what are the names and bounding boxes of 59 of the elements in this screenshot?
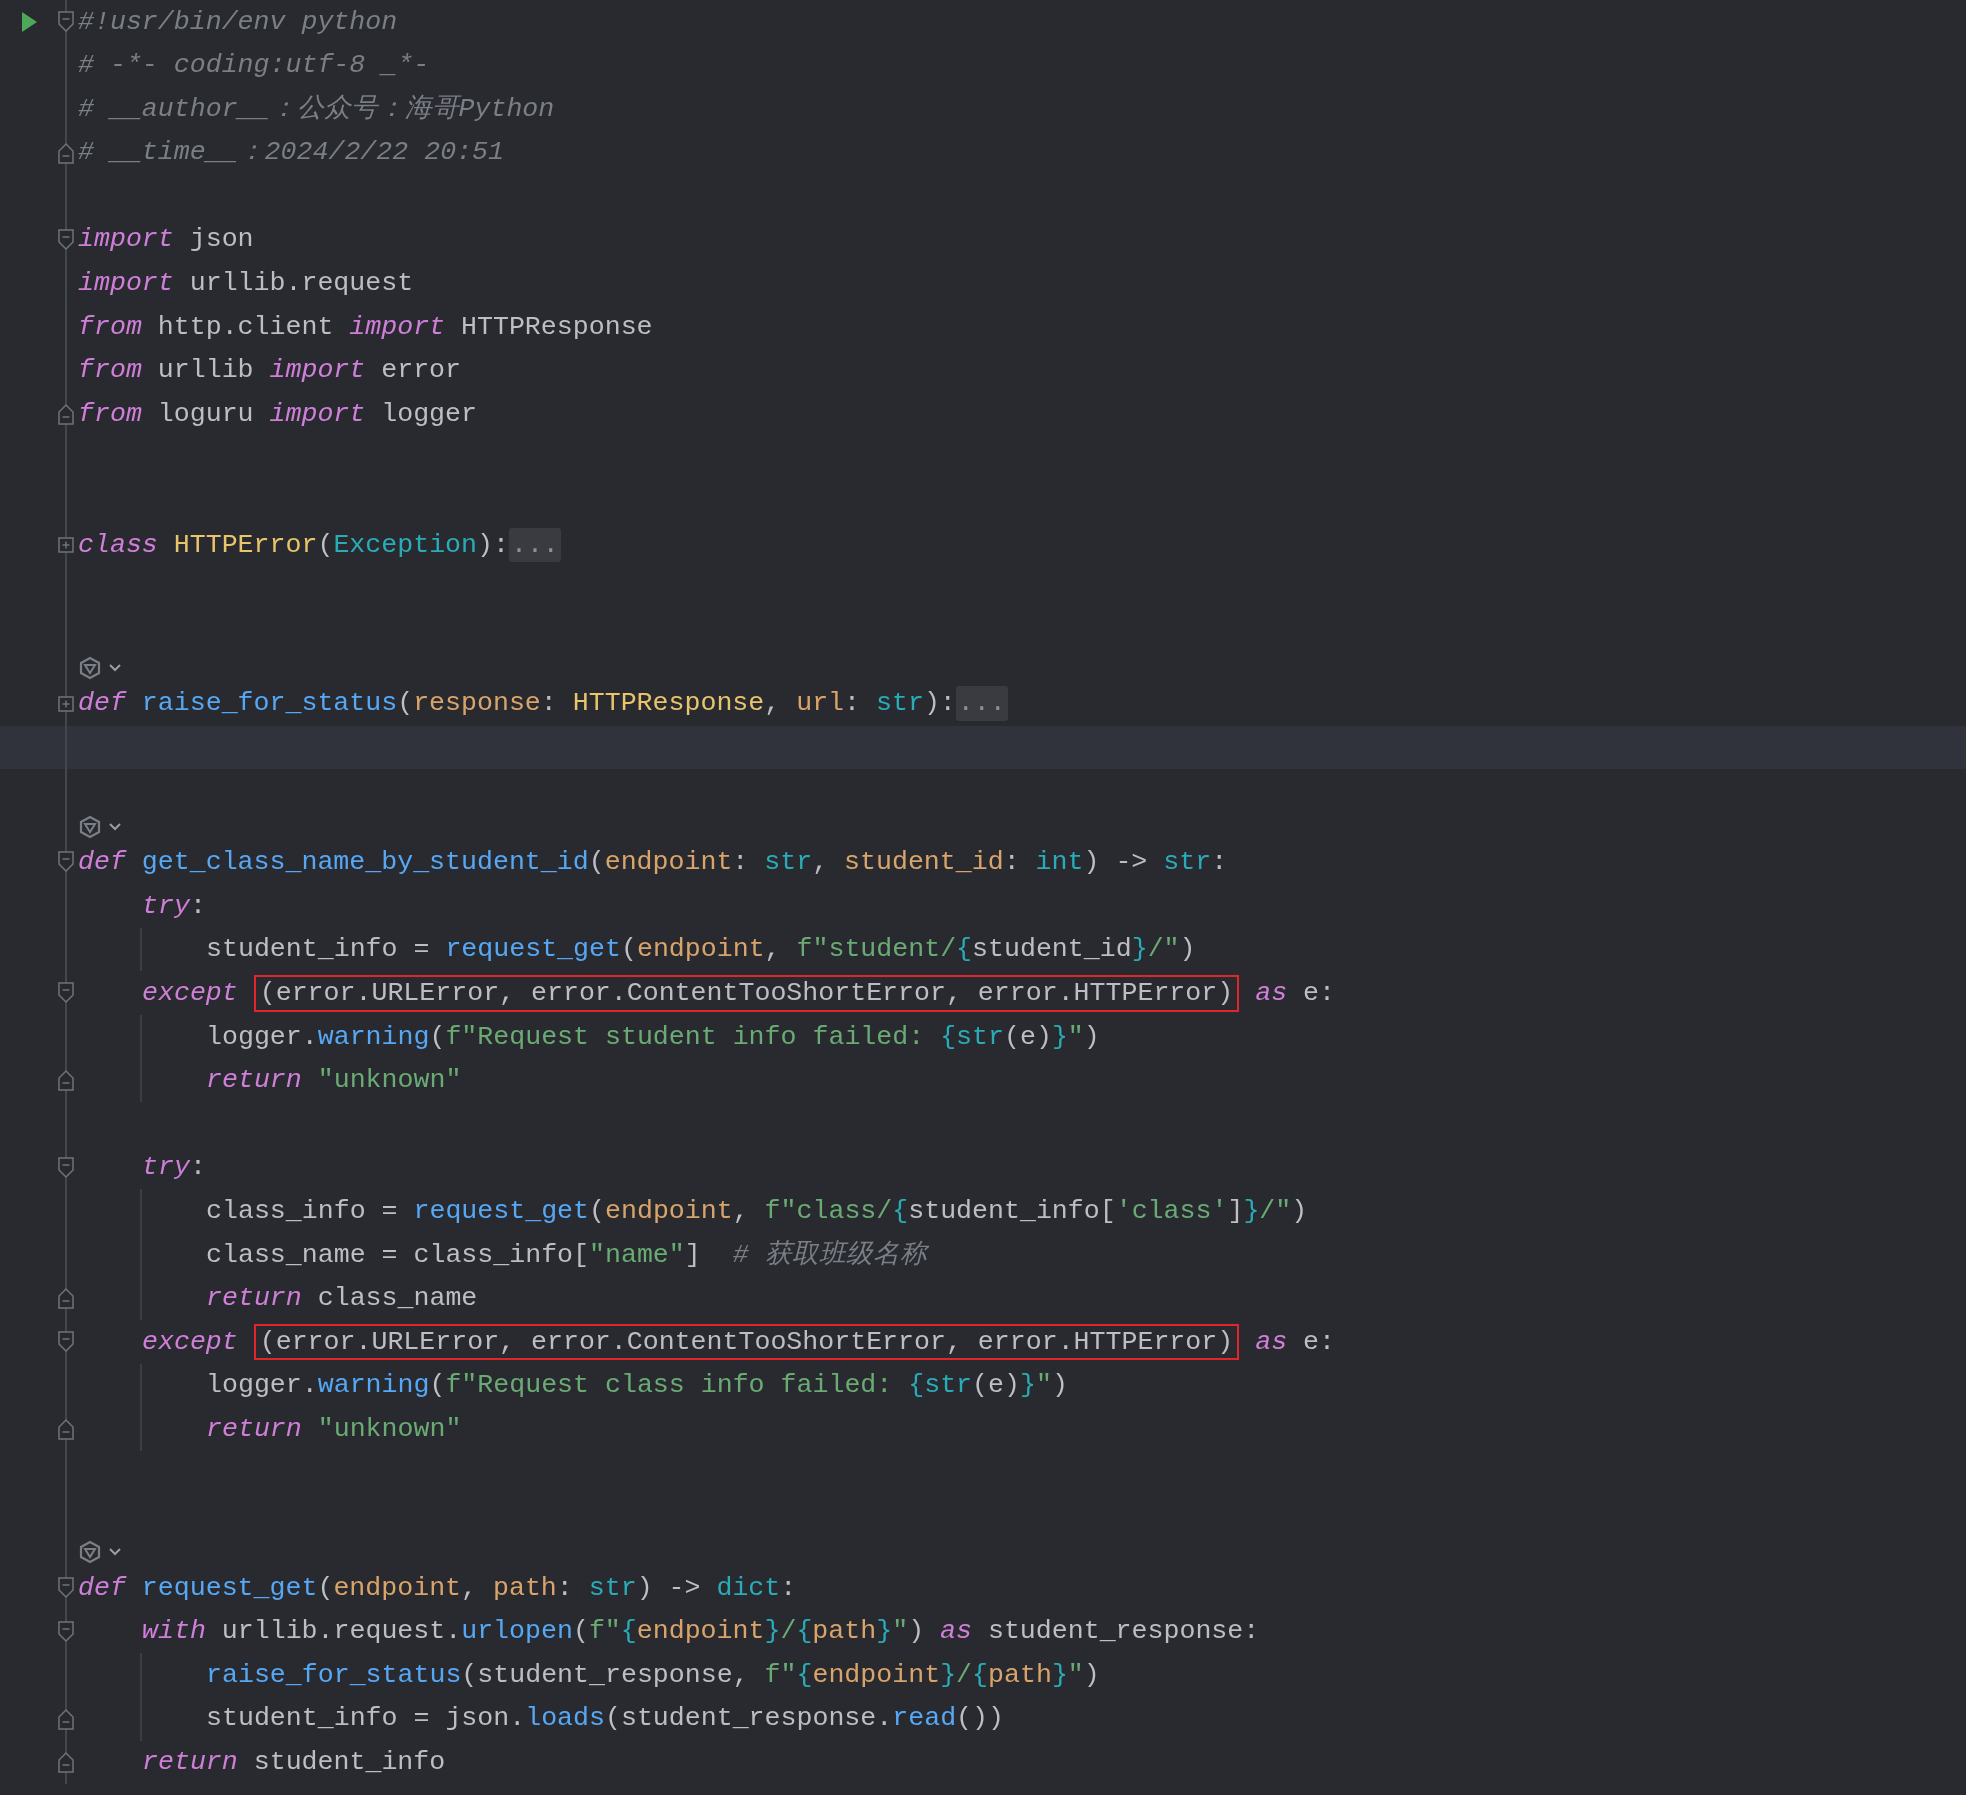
code-line: from loguru import logger [78,400,477,428]
code-line: student_info = json.loads(student_response.read()) [206,1705,1004,1733]
code-line: try: [142,1154,206,1181]
chevron-down-icon[interactable] [108,821,122,832]
folded-code-button[interactable]: ... [508,527,561,563]
code-line: def get_class_name_by_student_id(endpoint: str, student_id: int) -> str: [78,849,1228,876]
code-text: as e: [1254,979,1335,1007]
hexagon-icon[interactable] [78,655,102,680]
fold-icon[interactable] [58,1751,74,1774]
code-line: return student_info [142,1749,446,1776]
code-line: # __author__：公众号：海哥Python [78,95,555,123]
code-text: except [142,1328,239,1356]
expand-icon[interactable] [58,695,74,712]
fold-icon[interactable] [58,1069,74,1092]
code-line: import json [78,226,254,254]
code-line: class_name = class_info["name"] # 获取班级名称 [206,1241,927,1269]
fold-icon[interactable] [58,1577,74,1599]
fold-icon[interactable] [58,1620,74,1643]
expand-icon[interactable] [58,536,74,553]
fold-icon[interactable] [58,403,74,426]
code-line: return class_name [206,1285,478,1312]
fold-icon[interactable] [58,1707,74,1730]
code-line: raise_for_status(student_response, f"{endpoint}/{path}") [206,1661,1100,1689]
highlight-box: (error.URLError, error.ContentTooShortError, error.HTTPError) [253,1323,1240,1361]
code-line: # -*- coding:utf-8 _*- [78,52,430,79]
code-line: from urllib import error [78,357,462,384]
code-line: try: [142,892,206,920]
code-line: student_info = request_get(endpoint, f"student/{student_id}/") [206,936,1196,963]
code-line: class_info = request_get(endpoint, f"class/{student_info['class']}/") [206,1197,1308,1225]
code-line: from http.client import HTTPResponse [78,313,653,341]
fold-icon[interactable] [58,1287,74,1310]
fold-icon[interactable] [58,1156,74,1179]
fold-icon[interactable] [58,1418,74,1441]
code-text: def raise_for_status(response: HTTPResponse, url: str): [78,690,956,717]
folded-code-button[interactable]: ... [955,686,1008,721]
code-line: # __time__：2024/2/22 20:51 [78,139,504,166]
code-line: def request_get(endpoint, path: str) -> dict: [78,1574,797,1602]
fold-icon[interactable] [58,851,74,874]
code-line: #!usr/bin/env python [78,8,398,36]
code-text: as e: [1254,1328,1335,1356]
fold-icon[interactable] [58,1331,74,1353]
code-line: logger.warning(f"Request student info failed: {str(e)}") [206,1023,1100,1051]
code-text: class HTTPError(Exception): [78,531,509,559]
code-text: except [142,979,239,1007]
fold-icon[interactable] [58,228,74,251]
chevron-down-icon[interactable] [108,662,122,673]
fold-icon[interactable] [58,10,74,33]
code-line: return "unknown" [206,1415,462,1443]
highlight-box: (error.URLError, error.ContentTooShortError, error.HTTPError) [253,974,1240,1012]
code-line: import urllib.request [78,270,414,297]
hexagon-icon[interactable] [78,1540,102,1565]
hexagon-icon[interactable] [78,814,102,839]
code-line: logger.warning(f"Request class info failed: {str(e)}") [206,1372,1068,1399]
code-line: return "unknown" [206,1067,462,1094]
run-icon[interactable] [20,10,38,33]
fold-icon[interactable] [58,982,74,1005]
fold-icon[interactable] [58,141,74,164]
code-line: with urllib.request.urlopen(f"{endpoint}/{path}") as student_response: [142,1618,1260,1645]
chevron-down-icon[interactable] [108,1547,122,1558]
